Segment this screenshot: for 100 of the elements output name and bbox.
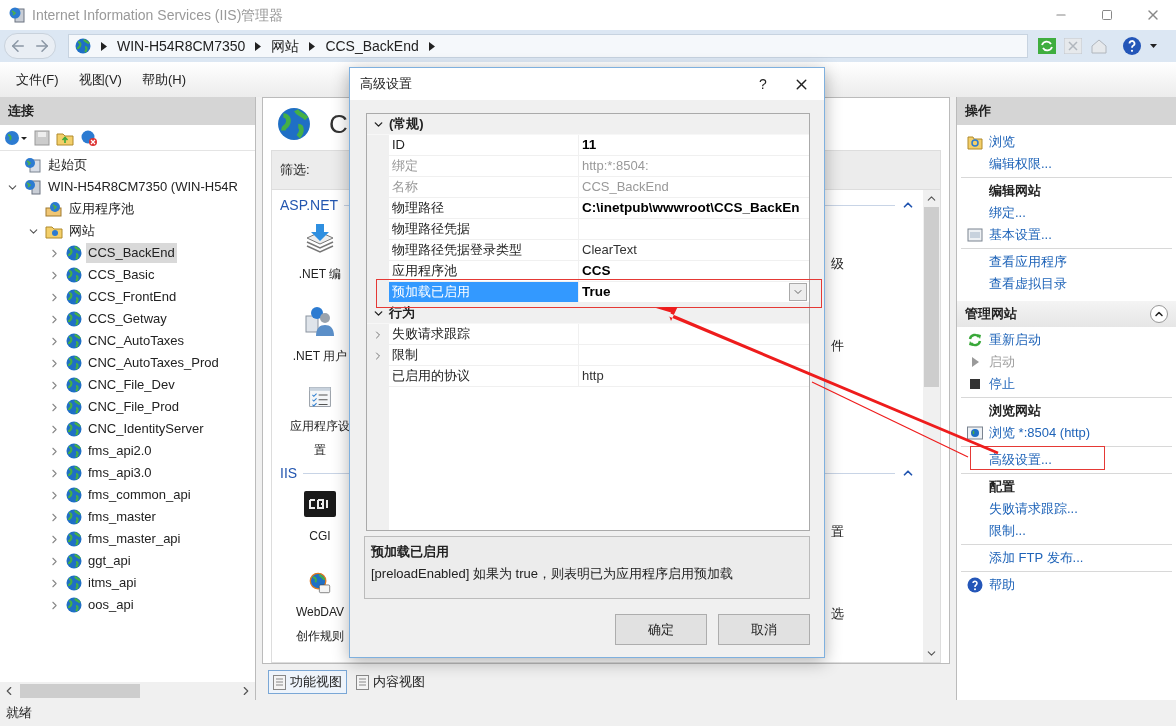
globe-icon [277,107,311,141]
cgi-badge-icon [303,490,337,518]
action-link[interactable]: 失败请求跟踪... [989,499,1078,519]
vertical-scrollbar[interactable] [923,190,940,662]
feature-label[interactable]: 选 [831,604,844,624]
dropdown-button[interactable] [789,283,807,301]
feature-label[interactable]: 件 [831,336,844,356]
globe-icon [66,245,82,261]
property-name[interactable]: 物理路径凭据登录类型 [389,240,579,261]
dialog-title: 高级设置 [360,75,412,94]
tree-item[interactable]: fms_common_api [86,485,193,505]
action-link[interactable]: 基本设置... [989,225,1052,245]
feature-label[interactable]: 级 [831,254,844,274]
tree-item[interactable]: fms_api3.0 [86,463,154,483]
view-tab[interactable]: 功能视图 [268,670,347,694]
feature-label[interactable]: 置 [831,522,844,542]
disconnect-globe-icon[interactable] [80,129,98,146]
property-name[interactable]: 失败请求跟踪 [389,324,579,345]
action-link[interactable]: 帮助 [989,575,1015,595]
category-label: (常规) [389,115,424,134]
refresh-icon[interactable] [1038,38,1056,54]
dialog-button[interactable]: 确定 [615,614,707,645]
panel-header: 连接 [0,97,255,125]
browser-globe-icon [967,425,983,441]
feature-label[interactable]: .NET 编 [289,262,351,286]
property-value[interactable]: 11 [582,134,597,156]
tree-item[interactable]: 网站 [67,221,97,241]
breadcrumb-arrow-icon [101,41,107,51]
breadcrumb[interactable]: CCS_BackEnd [325,35,419,57]
tree-item[interactable]: fms_master [86,507,158,527]
property-value[interactable]: True [582,281,611,303]
property-value[interactable]: http [582,366,604,386]
address-field[interactable]: WIN-H54R8CM7350 网站 CCS_BackEnd [68,34,1028,58]
tree-item[interactable]: fms_master_api [86,529,183,549]
tree-item[interactable]: WIN-H54R8CM7350 (WIN-H54R [46,177,240,197]
tree-item[interactable]: CCS_Getway [86,309,169,329]
globe-icon [66,333,82,349]
breadcrumb[interactable]: WIN-H54R8CM7350 [117,35,246,57]
feature-label[interactable]: .NET 用户 [289,344,351,368]
globe-icon [66,465,82,481]
property-name[interactable]: ID [389,135,579,156]
property-value[interactable]: ClearText [582,240,637,260]
tree-item[interactable]: CNC_AutoTaxes_Prod [86,353,221,373]
tree-item[interactable]: CNC_File_Prod [86,397,182,417]
stop-icon[interactable] [1064,38,1082,54]
tree-item[interactable]: CNC_File_Dev [86,375,177,395]
home-icon[interactable] [1090,38,1108,54]
action-link[interactable]: 查看虚拟目录 [989,274,1067,294]
tree-item[interactable]: CCS_BackEnd [86,243,177,263]
dialog-button[interactable]: 取消 [718,614,810,645]
feature-label[interactable]: 应用程序设置 [289,414,351,462]
view-tab[interactable]: 内容视图 [351,670,430,694]
help-button[interactable]: ? [748,69,778,99]
dropdown-caret-icon[interactable] [1150,44,1157,48]
action-link[interactable]: 限制... [989,521,1026,541]
menu-item[interactable]: 文件(F) [6,69,69,90]
tree-item[interactable]: oos_api [86,595,136,615]
action-link[interactable]: 浏览 [989,132,1015,152]
breadcrumb[interactable]: 网站 [271,35,300,57]
property-name[interactable]: 限制 [389,345,579,366]
tree-item[interactable]: itms_api [86,573,139,593]
globe-icon [66,553,82,569]
menu-item[interactable]: 帮助(H) [131,69,196,90]
property-name[interactable]: 物理路径 [389,198,579,219]
forward-icon[interactable] [33,37,51,55]
action-link[interactable]: 添加 FTP 发布... [989,548,1084,568]
back-icon[interactable] [9,37,27,55]
tree-item[interactable]: CCS_FrontEnd [86,287,179,307]
property-name[interactable]: 已启用的协议 [389,366,579,387]
globe-icon [66,443,82,459]
save-icon[interactable] [34,129,50,146]
tree-item[interactable]: 起始页 [46,155,89,175]
horizontal-scrollbar[interactable] [0,682,255,700]
tree-item[interactable]: CNC_IdentityServer [86,419,206,439]
menu-item[interactable]: 视图(V) [68,69,132,90]
action-link[interactable]: 浏览 *:8504 (http) [989,423,1091,443]
tree-item[interactable]: fms_api2.0 [86,441,154,461]
action-link[interactable]: 停止 [989,374,1015,394]
tree-item[interactable]: CNC_AutoTaxes [86,331,187,351]
action-link[interactable]: 高级设置... [989,450,1052,470]
feature-label[interactable]: CGI [289,524,351,548]
app-pool-icon [45,201,63,217]
user-icon [303,304,337,338]
globe-icon [66,487,82,503]
action-link[interactable]: 重新启动 [989,330,1041,350]
tree-item[interactable]: ggt_api [86,551,133,571]
action-link[interactable]: 编辑权限... [989,154,1052,174]
property-value[interactable]: CCS [582,260,611,282]
connect-globe-icon[interactable] [4,129,28,146]
action-link[interactable]: 绑定... [989,203,1026,223]
help-icon[interactable] [1122,36,1142,56]
action-link[interactable]: 查看应用程序 [989,252,1067,272]
feature-label[interactable]: WebDAV 创作规则 [289,600,351,648]
collapse-button[interactable] [1150,305,1168,323]
property-name[interactable]: 物理路径凭据 [389,219,579,240]
tree-item[interactable]: CCS_Basic [86,265,157,285]
page-icon [273,674,286,690]
tree-item[interactable]: 应用程序池 [67,199,136,219]
property-value[interactable]: C:\inetpub\wwwroot\CCS_BackEn [582,197,800,219]
globe-icon [66,531,82,547]
